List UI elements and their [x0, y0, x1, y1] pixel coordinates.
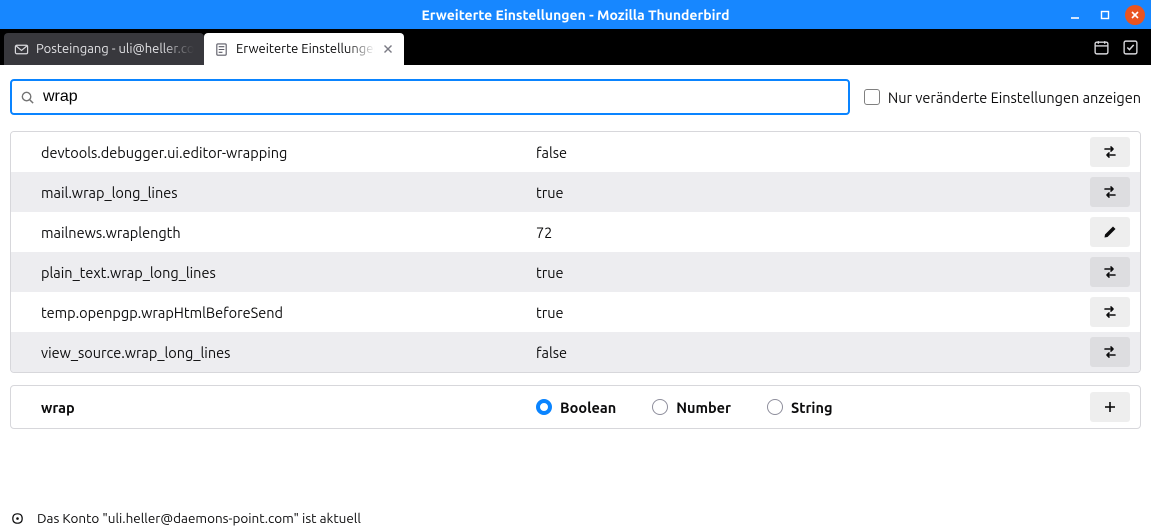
type-radio-string-label: String: [791, 399, 833, 416]
toggle-icon: [1101, 143, 1119, 161]
preference-toggle-button[interactable]: [1090, 257, 1130, 287]
preference-value: 72: [536, 224, 1090, 241]
content-area: Nur veränderte Einstellungen anzeigen de…: [0, 65, 1151, 439]
preference-value: true: [536, 264, 1090, 281]
document-icon: [214, 42, 229, 57]
preference-row: mailnews.wraplength72: [11, 212, 1140, 252]
window-close-button[interactable]: [1125, 5, 1145, 25]
calendar-button[interactable]: [1093, 39, 1110, 56]
new-preference-type-group: Boolean Number String: [536, 399, 1090, 416]
preference-name: view_source.wrap_long_lines: [41, 344, 536, 361]
preference-row: temp.openpgp.wrapHtmlBeforeSendtrue: [11, 292, 1140, 332]
toggle-icon: [1101, 263, 1119, 281]
search-input[interactable]: [41, 87, 840, 107]
plus-icon: [1102, 399, 1118, 415]
close-icon: [1129, 9, 1141, 21]
tab-config-editor[interactable]: Erweiterte Einstellungen: [204, 33, 404, 65]
window-titlebar: Erweiterte Einstellungen - Mozilla Thund…: [0, 0, 1151, 29]
modified-only-label: Nur veränderte Einstellungen anzeigen: [888, 89, 1141, 106]
tab-bar: Posteingang - uli@heller.cool Erweiterte…: [0, 29, 1151, 65]
modified-only-checkbox[interactable]: Nur veränderte Einstellungen anzeigen: [864, 89, 1141, 106]
new-preference-add-button[interactable]: [1090, 392, 1130, 422]
preference-name: mailnews.wraplength: [41, 224, 536, 241]
radio-dot: [536, 399, 552, 415]
preference-row: mail.wrap_long_linestrue: [11, 172, 1140, 212]
preference-toggle-button[interactable]: [1090, 297, 1130, 327]
new-preference-name: wrap: [41, 399, 536, 416]
tasks-icon: [1122, 39, 1139, 56]
preference-value: true: [536, 304, 1090, 321]
type-radio-string[interactable]: String: [767, 399, 833, 416]
minimize-icon: [1069, 9, 1081, 21]
search-box[interactable]: [10, 79, 850, 115]
tab-close-button[interactable]: [382, 43, 394, 55]
calendar-icon: [1093, 39, 1110, 56]
tab-config-editor-label: Erweiterte Einstellungen: [236, 42, 375, 56]
status-bar: Das Konto "uli.heller@daemons-point.com"…: [0, 504, 1151, 532]
window-controls: [1065, 5, 1145, 25]
preferences-table: devtools.debugger.ui.editor-wrappingfals…: [10, 131, 1141, 373]
preference-name: devtools.debugger.ui.editor-wrapping: [41, 144, 536, 161]
preference-toggle-button[interactable]: [1090, 177, 1130, 207]
window-title: Erweiterte Einstellungen - Mozilla Thund…: [0, 7, 1151, 23]
preference-name: temp.openpgp.wrapHtmlBeforeSend: [41, 304, 536, 321]
preference-name: mail.wrap_long_lines: [41, 184, 536, 201]
preference-toggle-button[interactable]: [1090, 337, 1130, 367]
type-radio-boolean-label: Boolean: [560, 399, 616, 416]
tab-inbox[interactable]: Posteingang - uli@heller.cool: [4, 33, 204, 65]
preference-toggle-button[interactable]: [1090, 137, 1130, 167]
preference-row: view_source.wrap_long_linesfalse: [11, 332, 1140, 372]
close-icon: [382, 43, 394, 55]
status-text: Das Konto "uli.heller@daemons-point.com"…: [37, 510, 361, 526]
type-radio-number-label: Number: [676, 399, 731, 416]
radio-dot: [767, 399, 783, 415]
preference-edit-button[interactable]: [1090, 217, 1130, 247]
checkbox-box: [864, 89, 880, 105]
radio-dot: [652, 399, 668, 415]
activity-icon: [10, 511, 25, 526]
preference-row: devtools.debugger.ui.editor-wrappingfals…: [11, 132, 1140, 172]
preference-name: plain_text.wrap_long_lines: [41, 264, 536, 281]
preference-value: false: [536, 144, 1090, 161]
maximize-icon: [1099, 9, 1111, 21]
window-minimize-button[interactable]: [1065, 5, 1085, 25]
tasks-button[interactable]: [1122, 39, 1139, 56]
preference-value: true: [536, 184, 1090, 201]
new-preference-box: wrap Boolean Number String: [10, 385, 1141, 429]
preference-row: plain_text.wrap_long_linestrue: [11, 252, 1140, 292]
toggle-icon: [1101, 303, 1119, 321]
toggle-icon: [1101, 343, 1119, 361]
type-radio-number[interactable]: Number: [652, 399, 731, 416]
inbox-icon: [14, 42, 29, 57]
type-radio-boolean[interactable]: Boolean: [536, 399, 616, 416]
preference-value: false: [536, 344, 1090, 361]
tab-inbox-label: Posteingang - uli@heller.cool: [36, 42, 194, 56]
toggle-icon: [1101, 183, 1119, 201]
pencil-icon: [1102, 224, 1118, 240]
search-icon: [20, 90, 35, 105]
window-maximize-button[interactable]: [1095, 5, 1115, 25]
search-row: Nur veränderte Einstellungen anzeigen: [10, 79, 1141, 115]
